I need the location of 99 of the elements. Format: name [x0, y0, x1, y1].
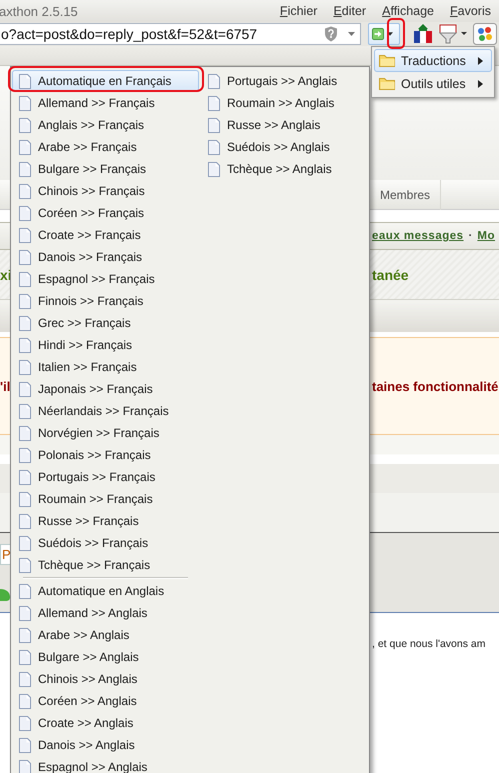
menu-item[interactable]: Automatique en Anglais: [12, 580, 199, 602]
page-icon: [19, 738, 31, 752]
page-icon: [19, 118, 31, 132]
menu-item[interactable]: Chinois >> Français: [12, 180, 199, 202]
menu-item[interactable]: Russe >> Anglais: [201, 114, 368, 136]
page-icon: [208, 74, 220, 88]
warning-text: taines fonctionnalité: [372, 378, 498, 394]
leaf-icon: [0, 586, 10, 600]
menu-item[interactable]: Tchèque >> Anglais: [201, 158, 368, 180]
page-icon: [19, 294, 31, 308]
filter-icon[interactable]: [439, 24, 467, 44]
menu-item[interactable]: Finnois >> Français: [12, 290, 199, 312]
menu-item[interactable]: Russe >> Français: [12, 510, 199, 532]
menu-item[interactable]: Anglais >> Français: [12, 114, 199, 136]
menu-item[interactable]: Bulgare >> Français: [12, 158, 199, 180]
menu-item[interactable]: Allemand >> Anglais: [12, 602, 199, 624]
nav-link[interactable]: eaux messages: [372, 230, 464, 242]
page-icon: [19, 606, 31, 620]
menu-item[interactable]: Editer: [325, 4, 374, 18]
caret-icon[interactable]: [348, 32, 355, 36]
page-icon: [19, 96, 31, 110]
page-icon: [19, 694, 31, 708]
page-icon: [19, 206, 31, 220]
menu-item[interactable]: Espagnol >> Français: [12, 268, 199, 290]
menu-item[interactable]: Chinois >> Anglais: [12, 668, 199, 690]
menu-item[interactable]: Portugais >> Français: [12, 466, 199, 488]
page-title: tanée: [372, 266, 409, 282]
menu-item[interactable]: Roumain >> Anglais: [201, 92, 368, 114]
page-icon: [19, 650, 31, 664]
menu-item[interactable]: Croate >> Anglais: [12, 712, 199, 734]
menu-item[interactable]: Favoris: [442, 4, 499, 18]
menu-item[interactable]: Arabe >> Français: [12, 136, 199, 158]
page-icon: [19, 250, 31, 264]
menu-item[interactable]: Danois >> Français: [12, 246, 199, 268]
page-icon: [19, 492, 31, 506]
menu-item[interactable]: Italien >> Français: [12, 356, 199, 378]
menu-item[interactable]: Croate >> Français: [12, 224, 199, 246]
menu-item[interactable]: Bulgare >> Anglais: [12, 646, 199, 668]
page-icon: [19, 536, 31, 550]
page-icon: [19, 470, 31, 484]
menu-item[interactable]: Norvégien >> Français: [12, 422, 199, 444]
page-icon: [19, 404, 31, 418]
menu-item[interactable]: Affichage: [374, 4, 442, 18]
page-icon: [19, 448, 31, 462]
menu-item[interactable]: Arabe >> Anglais: [12, 624, 199, 646]
page-icon: [208, 140, 220, 154]
highlight-annotation: [387, 18, 405, 49]
page-icon: [19, 228, 31, 242]
menu-item[interactable]: Suédois >> Anglais: [201, 136, 368, 158]
page-icon: [19, 272, 31, 286]
page-icon: [19, 316, 31, 330]
page-icon: [19, 162, 31, 176]
submenu-arrow-icon: [478, 56, 483, 64]
menu-item[interactable]: Automatique en Français: [12, 70, 199, 92]
page-icon: [19, 672, 31, 686]
flag-icon[interactable]: [413, 24, 433, 44]
folder-icon: [379, 54, 395, 67]
body-text: , et que nous l'avons am: [372, 638, 486, 650]
menu-item[interactable]: Suédois >> Français: [12, 532, 199, 554]
shield-icon: [324, 26, 338, 42]
menu-item[interactable]: Hindi >> Français: [12, 334, 199, 356]
menu-item[interactable]: Outils utiles: [374, 72, 492, 95]
address-field[interactable]: o?act=post&do=reply_post&f=52&t=6757: [0, 23, 361, 45]
page-icon: [19, 338, 31, 352]
page-icon: [19, 584, 31, 598]
page-icon: [19, 382, 31, 396]
text-fragment: 'il: [0, 378, 10, 394]
submenu-arrow-icon: [478, 80, 483, 88]
menu-item[interactable]: Japonais >> Français: [12, 378, 199, 400]
menu-item[interactable]: Néerlandais >> Français: [12, 400, 199, 422]
menu-item[interactable]: Allemand >> Français: [12, 92, 199, 114]
menu-item[interactable]: Danois >> Anglais: [12, 734, 199, 756]
page-icon: [19, 140, 31, 154]
menu-item[interactable]: Tchèque >> Français: [12, 554, 199, 576]
page-icon: [208, 118, 220, 132]
page-icon: [19, 628, 31, 642]
nav-link[interactable]: Mo: [477, 230, 495, 242]
menu-item[interactable]: Coréen >> Français: [12, 202, 199, 224]
page-icon: [19, 74, 31, 88]
menu-item[interactable]: Roumain >> Français: [12, 488, 199, 510]
page-icon: [208, 162, 220, 176]
menu-item[interactable]: Portugais >> Anglais: [201, 70, 368, 92]
menu-item[interactable]: Traductions: [374, 49, 492, 72]
caret-icon: [387, 32, 393, 36]
page-icon: [19, 360, 31, 374]
page-icon: [208, 96, 220, 110]
page-icon: [19, 184, 31, 198]
menu-item[interactable]: Coréen >> Anglais: [12, 690, 199, 712]
page-icon: [19, 558, 31, 572]
google-icon[interactable]: [473, 23, 497, 45]
page-icon: [19, 716, 31, 730]
page-icon: [19, 426, 31, 440]
go-button[interactable]: [368, 23, 400, 45]
menu-item[interactable]: Polonais >> Français: [12, 444, 199, 466]
menu-item[interactable]: Fichier: [272, 4, 326, 18]
separator-dot: ·: [468, 230, 472, 242]
folder-icon: [379, 77, 395, 90]
page-icon: [19, 514, 31, 528]
menu-item[interactable]: Grec >> Français: [12, 312, 199, 334]
